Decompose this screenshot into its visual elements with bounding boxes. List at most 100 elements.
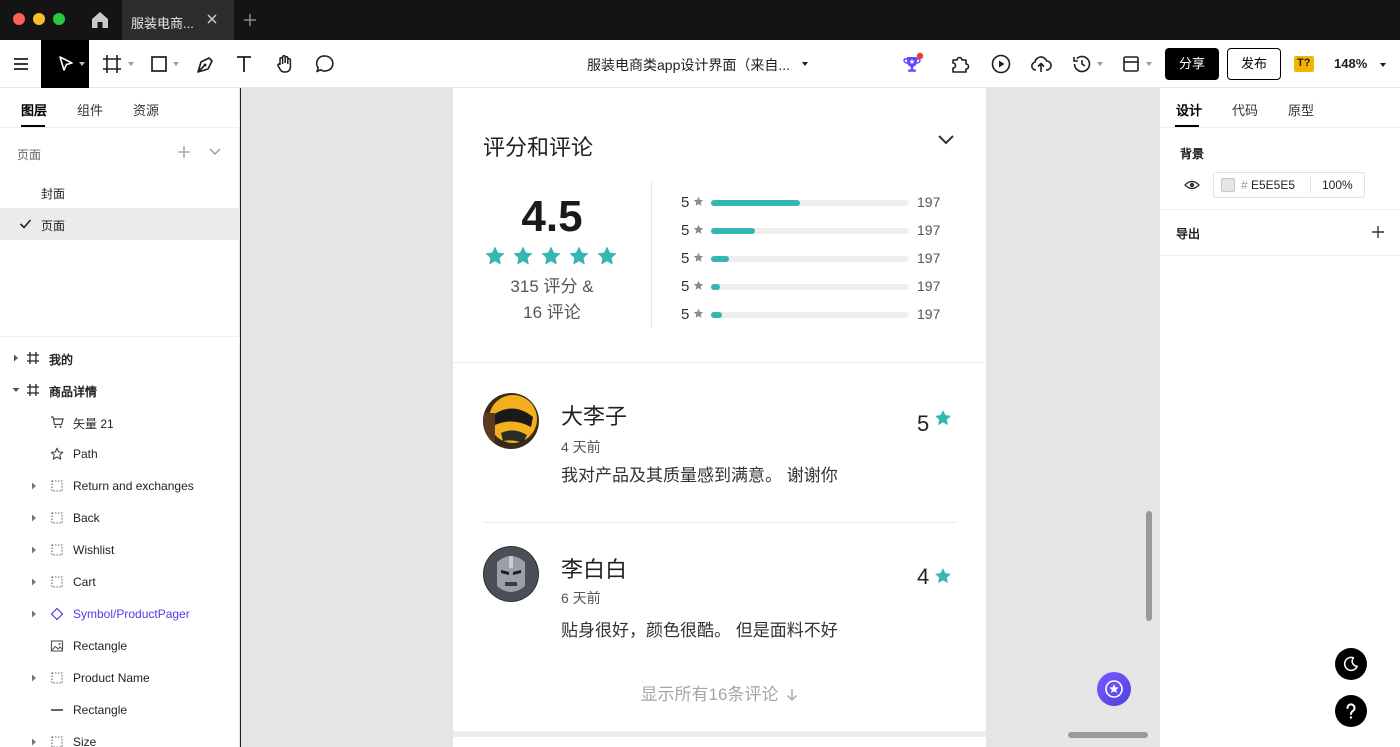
caret-right-icon[interactable]: [31, 738, 37, 746]
next-section-edge: [453, 731, 986, 737]
plus-icon[interactable]: [176, 144, 192, 160]
layer-label: 矢量 21: [73, 417, 114, 431]
plus-icon[interactable]: [240, 10, 260, 30]
missing-font-badge[interactable]: T?: [1294, 56, 1314, 72]
close-window-button[interactable]: [13, 13, 25, 25]
caret-right-icon[interactable]: [13, 354, 19, 362]
background-hex-input[interactable]: E5E5E5: [1251, 178, 1295, 192]
background-section: 背景 # E5E5E5 100%: [1160, 128, 1400, 210]
tab-prototype[interactable]: 原型: [1288, 100, 1314, 119]
caret-right-icon[interactable]: [31, 578, 37, 586]
design-canvas[interactable]: 评分和评论 4.5 315 评分 & 16 评论 5 197 5 197 5 1…: [241, 88, 1159, 747]
layer-row-size[interactable]: Size: [0, 726, 240, 747]
frame-tool-icon[interactable]: [100, 52, 124, 76]
star-icon: [569, 246, 589, 265]
layer-label: Return and exchanges: [73, 479, 194, 493]
background-opacity-input[interactable]: 100%: [1322, 178, 1353, 192]
zoom-level[interactable]: 148%: [1334, 56, 1367, 71]
rating-bar-track: [711, 312, 909, 318]
layer-row-symbol-productpager[interactable]: Symbol/ProductPager: [0, 598, 240, 630]
share-button[interactable]: 分享: [1165, 48, 1219, 80]
caret-right-icon[interactable]: [31, 482, 37, 490]
file-tab[interactable]: 服装电商...: [122, 0, 234, 40]
layer-row-path[interactable]: Path: [0, 438, 240, 470]
play-icon[interactable]: [989, 52, 1013, 76]
caret-right-icon[interactable]: [31, 674, 37, 682]
active-tab-indicator: [1175, 125, 1199, 127]
layer-row-product-detail[interactable]: 商品详情: [0, 374, 240, 406]
text-tool-icon[interactable]: [232, 52, 256, 76]
right-panel-tabs: 设计 代码 原型: [1160, 88, 1400, 128]
layer-row-wishlist[interactable]: Wishlist: [0, 534, 240, 566]
rating-bar-label: 5: [681, 306, 690, 323]
layer-row-cart[interactable]: Cart: [0, 566, 240, 598]
tab-layers[interactable]: 图层: [21, 100, 47, 119]
file-title[interactable]: 服装电商类app设计界面（来自...: [587, 55, 790, 75]
tab-components[interactable]: 组件: [77, 100, 103, 119]
layer-label: Back: [73, 511, 100, 525]
chevron-down-icon[interactable]: [173, 61, 179, 67]
comment-tool-icon[interactable]: [313, 52, 337, 76]
line-icon: [51, 709, 63, 711]
vertical-scrollbar[interactable]: [1146, 511, 1152, 621]
eye-icon[interactable]: [1184, 179, 1200, 191]
dark-mode-toggle-button[interactable]: [1335, 648, 1367, 680]
caret-right-icon[interactable]: [31, 514, 37, 522]
caret-right-icon[interactable]: [31, 610, 37, 618]
chevron-down-icon[interactable]: [128, 61, 134, 67]
pen-tool-icon[interactable]: [194, 52, 218, 76]
layer-row-product-name[interactable]: Product Name: [0, 662, 240, 694]
menu-icon[interactable]: [9, 52, 33, 76]
layer-row-vector[interactable]: 矢量 21: [0, 406, 240, 438]
maximize-window-button[interactable]: [53, 13, 65, 25]
hand-tool-icon[interactable]: [273, 52, 297, 76]
close-icon[interactable]: [204, 11, 220, 27]
page-item-pages[interactable]: 页面: [0, 208, 240, 240]
plugin-icon[interactable]: [948, 52, 972, 76]
layer-label: Wishlist: [73, 543, 115, 557]
artboard-product-detail[interactable]: 评分和评论 4.5 315 评分 & 16 评论 5 197 5 197 5 1…: [453, 88, 986, 747]
pages-header: 页面: [17, 148, 42, 162]
show-all-reviews-link[interactable]: 显示所有16条评论: [453, 680, 986, 705]
layer-row-back[interactable]: Back: [0, 502, 240, 534]
review-item: 大李子 4 天前 我对产品及其质量感到满意。 谢谢你 5: [483, 393, 957, 513]
publish-button[interactable]: 发布: [1227, 48, 1281, 80]
minimize-window-button[interactable]: [33, 13, 45, 25]
horizontal-scrollbar[interactable]: [1068, 732, 1148, 738]
layout-icon[interactable]: [1119, 52, 1143, 76]
chevron-down-icon[interactable]: [937, 134, 955, 146]
rectangle-tool-icon[interactable]: [147, 52, 171, 76]
ai-assistant-button[interactable]: [1097, 672, 1131, 706]
missing-font-label: T?: [1297, 57, 1311, 69]
rating-bar-label: 5: [681, 194, 690, 211]
page-item-cover[interactable]: 封面: [0, 176, 240, 208]
layer-label: Product Name: [73, 671, 150, 685]
home-icon[interactable]: [88, 8, 112, 32]
tab-assets[interactable]: 资源: [133, 100, 159, 119]
trophy-icon[interactable]: [900, 52, 924, 76]
layer-row-rectangle-image[interactable]: Rectangle: [0, 630, 240, 662]
history-icon[interactable]: [1070, 52, 1094, 76]
rating-bar-track: [711, 284, 909, 290]
chevron-down-icon[interactable]: [801, 61, 809, 67]
average-rating: 4.5: [521, 192, 583, 241]
caret-down-icon[interactable]: [12, 387, 20, 393]
move-tool-button[interactable]: [41, 40, 89, 88]
tab-design[interactable]: 设计: [1176, 100, 1202, 119]
layer-row-return[interactable]: Return and exchanges: [0, 470, 240, 502]
caret-right-icon[interactable]: [31, 546, 37, 554]
layer-row-rectangle-line[interactable]: Rectangle: [0, 694, 240, 726]
tab-code[interactable]: 代码: [1232, 100, 1258, 119]
plus-icon[interactable]: [1370, 224, 1386, 240]
background-color-swatch[interactable]: [1221, 178, 1235, 192]
chevron-down-icon[interactable]: [1379, 62, 1387, 68]
rating-bar-fill: [711, 284, 720, 290]
upload-cloud-icon[interactable]: [1029, 52, 1053, 76]
help-button[interactable]: [1335, 695, 1367, 727]
chevron-down-icon[interactable]: [1146, 61, 1152, 67]
chevron-down-icon[interactable]: [208, 146, 222, 158]
background-color-field[interactable]: # E5E5E5 100%: [1213, 172, 1365, 198]
chevron-down-icon[interactable]: [1097, 61, 1103, 67]
layer-row-my[interactable]: 我的: [0, 342, 240, 374]
field-divider: [1310, 177, 1311, 193]
